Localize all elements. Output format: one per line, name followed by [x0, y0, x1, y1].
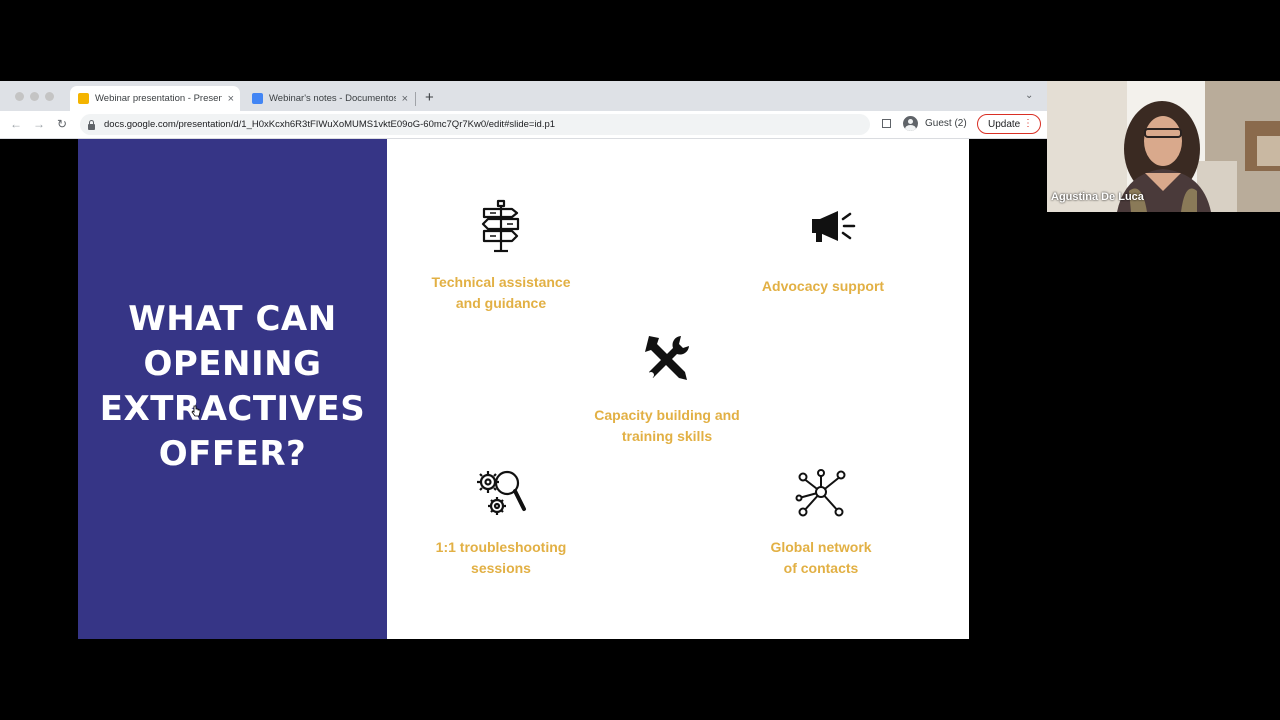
browser-window: Webinar presentation - Presentations × W… — [0, 81, 1047, 639]
presentation-viewport: WHAT CAN OPENING EXTRACTIVES OFFER? Tech… — [0, 139, 1047, 639]
address-bar[interactable]: docs.google.com/presentation/d/1_H0xKcxh… — [80, 114, 870, 135]
feature-label-line: Capacity building and — [594, 407, 740, 423]
profile-label: Guest (2) — [925, 118, 967, 129]
gears-magnifier-icon — [477, 470, 526, 515]
tab-webinar-notes[interactable]: Webinar's notes - Documentos × — [244, 86, 414, 111]
tab-bar: Webinar presentation - Presentations × W… — [0, 81, 1047, 111]
back-arrow-icon[interactable]: ← — [10, 117, 22, 131]
tab-close-icon[interactable]: × — [402, 93, 408, 105]
feature-label-line: training skills — [621, 427, 713, 444]
lock-icon[interactable] — [88, 119, 95, 130]
slides-favicon-icon — [78, 93, 89, 104]
slide-title-line: OPENING — [143, 344, 322, 384]
window-close-dot[interactable] — [15, 92, 24, 101]
feature-label-line: Technical assistance — [431, 274, 571, 290]
tab-webinar-presentation[interactable]: Webinar presentation - Presentations × — [70, 86, 240, 111]
profile-button[interactable]: Guest (2) — [903, 116, 967, 131]
browser-toolbar: ← → ↻ docs.google.com/presentation/d/1_H… — [0, 111, 1047, 139]
feature-label-line: Advocacy support — [761, 278, 885, 294]
feature-label-line: 1:1 troubleshooting — [435, 539, 567, 555]
slide-title-line: WHAT CAN — [128, 299, 337, 339]
update-label: Update — [988, 118, 1021, 130]
signpost-icon — [481, 199, 520, 253]
tab-search-chevron-icon[interactable]: ⌄ — [1025, 90, 1033, 101]
address-url: docs.google.com/presentation/d/1_H0xKcxh… — [104, 119, 556, 130]
feature-label-line: sessions — [471, 559, 531, 576]
feature-label-line: of contacts — [783, 559, 859, 576]
guest-avatar-icon — [903, 116, 918, 131]
reload-icon[interactable]: ↻ — [57, 117, 67, 131]
tab-divider — [415, 92, 416, 106]
window-maximize-dot[interactable] — [45, 92, 54, 101]
slide-title-line: OFFER? — [158, 434, 307, 474]
window-minimize-dot[interactable] — [30, 92, 39, 101]
slide-title-line: EXTRACTIVES — [99, 389, 366, 429]
kebab-menu-icon[interactable]: ⋮ — [1023, 118, 1033, 130]
update-button[interactable]: Update ⋮ — [977, 114, 1041, 134]
participant-name: Agustina De Luca — [1051, 191, 1144, 203]
hand-cursor-icon — [191, 405, 201, 417]
docs-favicon-icon — [252, 93, 263, 104]
feature-label-advocacy: Advocacy support — [733, 276, 913, 297]
feature-label-technical: Technical assistance and guidance — [411, 272, 591, 313]
network-icon — [795, 469, 846, 517]
tools-icon — [645, 336, 689, 380]
slide-title: WHAT CAN OPENING EXTRACTIVES OFFER? — [78, 297, 387, 477]
tab-title: Webinar's notes - Documentos — [269, 93, 396, 104]
feature-label-line: Global network — [770, 539, 872, 555]
slide: WHAT CAN OPENING EXTRACTIVES OFFER? Tech… — [78, 139, 969, 639]
side-panel-icon[interactable] — [882, 119, 891, 128]
forward-arrow-icon[interactable]: → — [33, 117, 45, 131]
feature-label-line: and guidance — [455, 294, 547, 311]
slide-title-panel: WHAT CAN OPENING EXTRACTIVES OFFER? — [78, 139, 387, 639]
participant-video-tile[interactable]: Agustina De Luca — [1047, 81, 1280, 212]
tab-title: Webinar presentation - Presentations — [95, 93, 222, 104]
new-tab-button[interactable]: + — [425, 89, 434, 106]
megaphone-icon — [812, 211, 856, 242]
feature-label-capacity: Capacity building and training skills — [577, 405, 757, 446]
feature-label-network: Global network of contacts — [731, 537, 911, 578]
feature-label-troubleshooting: 1:1 troubleshooting sessions — [411, 537, 591, 578]
tab-close-icon[interactable]: × — [228, 93, 234, 105]
